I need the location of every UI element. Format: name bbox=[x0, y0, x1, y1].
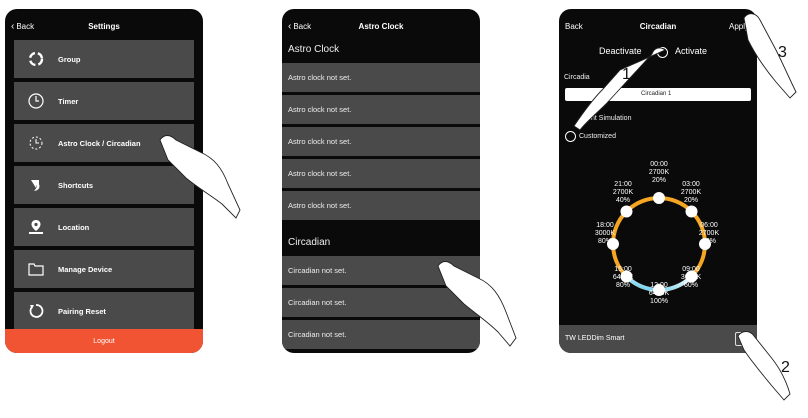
hand-pointer-icon bbox=[159, 135, 241, 219]
hand-overlay bbox=[159, 13, 797, 401]
hand-pointer-icon bbox=[743, 13, 797, 99]
callout-number: 1 bbox=[622, 66, 631, 83]
hand-pointer-icon bbox=[437, 261, 517, 347]
hand-pointer-icon bbox=[573, 47, 666, 131]
callout-number: 3 bbox=[778, 44, 787, 61]
callout-number: 2 bbox=[781, 359, 790, 376]
